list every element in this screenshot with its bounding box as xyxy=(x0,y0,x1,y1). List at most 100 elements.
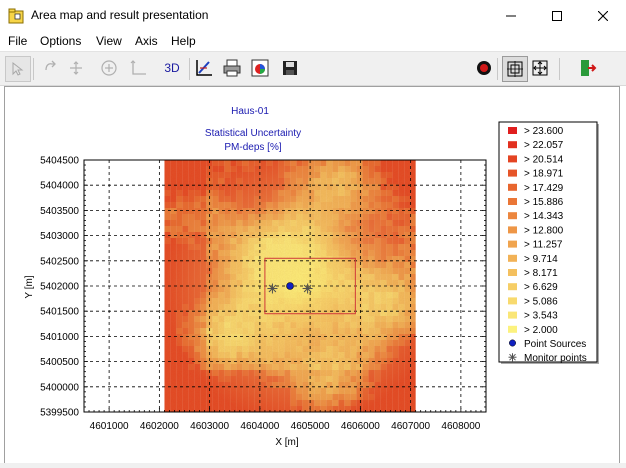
legend-swatch xyxy=(508,226,517,234)
save-icon xyxy=(283,61,297,75)
legend-label: > 2.000 xyxy=(524,325,558,336)
axis-settings-icon xyxy=(196,60,212,76)
expand-view-icon xyxy=(532,60,548,76)
x-tick-label: 4601000 xyxy=(90,421,129,432)
y-tick-label: 5399500 xyxy=(40,408,79,419)
x-tick-label: 4608000 xyxy=(441,421,480,432)
3d-label: 3D xyxy=(164,61,180,75)
legend-swatch xyxy=(508,212,517,220)
heatmap-chart[interactable]: Haus-01 Statistical Uncertainty PM-deps … xyxy=(5,87,619,463)
move-tool-button[interactable] xyxy=(64,56,88,80)
3d-button[interactable]: 3D xyxy=(158,56,186,80)
x-axis-label: X [m] xyxy=(275,437,299,448)
select-tool-icon xyxy=(12,61,24,76)
y-tick-label: 5404000 xyxy=(40,181,79,192)
x-tick-label: 4602000 xyxy=(140,421,179,432)
legend-label: > 17.429 xyxy=(524,183,564,194)
point-source-marker[interactable] xyxy=(286,282,294,290)
chart-title: Haus-01 xyxy=(231,106,269,117)
legend-label: > 20.514 xyxy=(524,154,564,165)
print-button[interactable] xyxy=(220,56,244,80)
axis-settings-button[interactable] xyxy=(192,56,216,80)
menu-file[interactable]: File xyxy=(8,34,27,48)
select-tool-button[interactable] xyxy=(5,56,31,82)
legend-point-sources-label: Point Sources xyxy=(524,339,586,350)
x-tick-label: 4603000 xyxy=(190,421,229,432)
legend-label: > 18.971 xyxy=(524,169,564,180)
legend-point-source-symbol xyxy=(509,339,516,347)
legend-label: > 8.171 xyxy=(524,268,558,279)
legend-label: > 3.543 xyxy=(524,311,558,322)
legend-label: > 11.257 xyxy=(524,240,563,251)
legend-swatch xyxy=(508,141,517,149)
expand-view-button[interactable] xyxy=(528,56,552,80)
pan-tool-icon xyxy=(45,60,56,71)
measure-tool-button[interactable] xyxy=(127,56,151,80)
x-tick-label: 4607000 xyxy=(391,421,430,432)
legend-label: > 15.886 xyxy=(524,197,564,208)
legend-swatch xyxy=(508,283,517,291)
toolbar-separator xyxy=(497,58,498,80)
y-tick-label: 5403500 xyxy=(40,206,79,217)
fit-view-button[interactable] xyxy=(502,56,528,82)
zoom-tool-icon xyxy=(101,60,117,76)
toolbar-separator xyxy=(33,58,34,80)
legend-monitor-points-label: Monitor points xyxy=(524,353,587,364)
toolbar: 3D xyxy=(0,51,626,86)
x-tick-label: 4604000 xyxy=(240,421,279,432)
print-icon xyxy=(223,59,241,77)
menu-view[interactable]: View xyxy=(96,34,122,48)
move-tool-icon xyxy=(70,61,82,75)
save-button[interactable] xyxy=(278,56,302,80)
close-button[interactable] xyxy=(580,0,626,32)
map-canvas[interactable]: Haus-01 Statistical Uncertainty PM-deps … xyxy=(4,86,620,464)
menu-axis[interactable]: Axis xyxy=(135,34,158,48)
zoom-tool-button[interactable] xyxy=(97,56,121,80)
legend-colors-button[interactable] xyxy=(248,56,272,80)
measure-tool-icon xyxy=(130,60,146,75)
maximize-button[interactable] xyxy=(534,0,580,32)
legend-swatch xyxy=(508,297,517,305)
status-bar xyxy=(0,463,626,468)
legend-colors-icon xyxy=(251,59,269,77)
menu-options[interactable]: Options xyxy=(40,34,81,48)
record-button[interactable] xyxy=(472,56,496,80)
legend-swatch xyxy=(508,254,517,262)
toolbar-separator xyxy=(189,58,190,80)
fit-view-icon xyxy=(507,61,523,77)
legend-label: > 23.600 xyxy=(524,126,564,137)
x-tick-label: 4605000 xyxy=(291,421,330,432)
y-tick-labels: 5399500 5400000 5400500 5401000 5401500 54020… xyxy=(40,156,79,419)
y-tick-label: 5403000 xyxy=(40,231,79,242)
exit-button[interactable] xyxy=(575,56,599,80)
legend-label: > 5.086 xyxy=(524,296,558,307)
y-tick-label: 5400000 xyxy=(40,382,79,393)
toolbar-separator xyxy=(559,58,560,80)
legend-swatch xyxy=(508,325,517,333)
y-tick-label: 5402500 xyxy=(40,256,79,267)
y-axis-label: Y [m] xyxy=(24,275,35,298)
exit-icon xyxy=(581,60,597,76)
chart-subtitle-line1: Statistical Uncertainty xyxy=(205,128,301,139)
point-sources xyxy=(286,282,294,290)
legend-label: > 22.057 xyxy=(524,140,564,151)
minimize-icon xyxy=(506,15,516,17)
legend-label: > 9.714 xyxy=(524,254,558,265)
legend-swatch xyxy=(508,240,517,248)
legend-swatch xyxy=(508,311,517,319)
close-icon xyxy=(598,11,608,21)
legend-swatch xyxy=(508,155,517,163)
legend-label: > 12.800 xyxy=(524,225,564,236)
title-bar: Area map and result presentation xyxy=(0,0,626,32)
window-title: Area map and result presentation xyxy=(31,8,209,22)
legend-swatch xyxy=(508,198,517,205)
pan-tool-button[interactable] xyxy=(38,56,62,80)
x-tick-labels: 4601000 4602000 4603000 4604000 4605000 46060… xyxy=(90,421,481,432)
menu-help[interactable]: Help xyxy=(171,34,196,48)
legend-swatch xyxy=(508,183,517,191)
chart-subtitle-line2: PM-deps [%] xyxy=(224,142,281,153)
record-icon xyxy=(477,61,491,75)
minimize-button[interactable] xyxy=(488,0,534,32)
y-tick-label: 5400500 xyxy=(40,357,79,368)
legend-swatch xyxy=(508,127,517,134)
